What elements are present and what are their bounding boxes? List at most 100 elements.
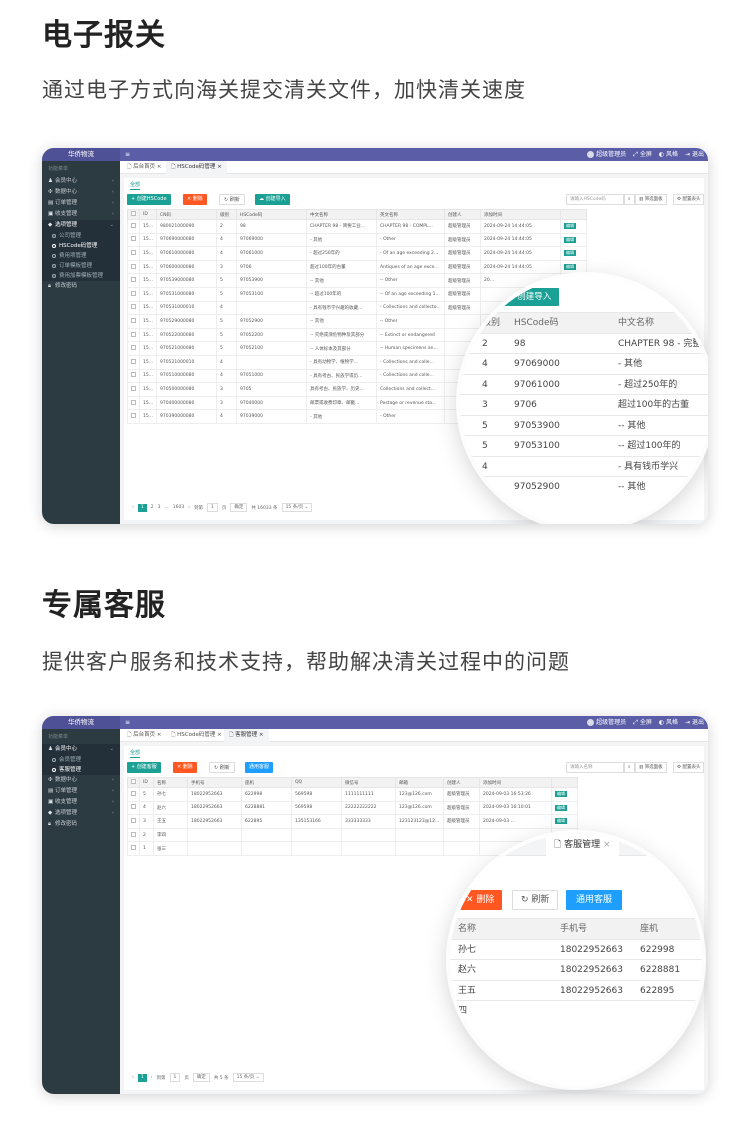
sidebar-item-options[interactable]: ◆ 选项管理 ⌄	[42, 220, 120, 231]
row-checkbox[interactable]	[127, 232, 140, 248]
edit-button[interactable]: 编辑	[564, 250, 577, 257]
row-checkbox[interactable]	[127, 368, 140, 384]
sidebar-item-member[interactable]: ♟ 会员中心 ‹	[42, 176, 120, 187]
column-header[interactable]: CN码	[156, 209, 218, 220]
sidebar-item-member[interactable]: ♟ 会员中心 ⌄	[42, 744, 120, 755]
menu-toggle-icon[interactable]: ≡	[125, 719, 130, 726]
style-button[interactable]: ◐ 风格	[659, 716, 678, 729]
page-link[interactable]: 2	[151, 505, 154, 510]
row-checkbox[interactable]	[127, 409, 140, 424]
page-current[interactable]: 1	[137, 503, 147, 512]
column-header[interactable]: 添加时间	[480, 209, 562, 220]
row-checkbox[interactable]	[127, 787, 140, 802]
column-header[interactable]: 级别	[216, 209, 238, 220]
table-row[interactable]: 15... 970539000080 5 97053900 -- 其他 -- Other 超…	[127, 273, 588, 288]
table-row[interactable]: 15... 970690000080 4 97069000- 其他 - Other 超级管…	[127, 232, 588, 248]
column-header[interactable]: 添加时间	[479, 777, 552, 788]
column-header[interactable]: 邮箱	[395, 777, 444, 788]
column-header[interactable]: 中文名称	[306, 209, 378, 220]
column-header[interactable]: HSCode码	[236, 209, 308, 220]
goto-input[interactable]: 1	[207, 503, 218, 512]
sidebar-item-finance[interactable]: ▣ 收支管理 ‹	[42, 209, 120, 220]
import-button[interactable]: ☁ 创建导入	[255, 194, 290, 205]
next-page-icon[interactable]: ›	[188, 505, 190, 510]
row-checkbox[interactable]	[127, 382, 140, 397]
prev-page-icon[interactable]: ‹	[132, 1075, 134, 1080]
common-service-button[interactable]: 通用客服	[245, 762, 274, 773]
subtab-all[interactable]: 全部	[130, 181, 141, 190]
column-header[interactable]	[551, 777, 578, 788]
tab-home[interactable]: 🗋︎ 后台首页 ×	[122, 729, 167, 742]
column-config-button[interactable]: ⚙ 配置表头	[673, 762, 705, 773]
select-all-checkbox[interactable]	[127, 777, 140, 788]
search-input[interactable]: 请输入名称	[566, 762, 624, 773]
filter-panel-button[interactable]: ▥ 筛选面板	[635, 762, 667, 773]
column-header[interactable]: 微信号	[341, 777, 396, 788]
column-header[interactable]: 创建人	[443, 777, 480, 788]
tab-hscode[interactable]: 🗋︎ HSCode码管理 ×	[166, 161, 227, 174]
row-checkbox[interactable]	[127, 219, 140, 234]
sidebar-item-password[interactable]: 🔒︎ 修改密码	[42, 281, 120, 292]
logout-button[interactable]: ⇥ 退出	[685, 148, 704, 161]
delete-button[interactable]: ✕ 删除	[173, 762, 197, 773]
refresh-button[interactable]: ↻ 刷新	[209, 762, 235, 773]
fullscreen-button[interactable]: ⤢ 全屏	[633, 716, 652, 729]
tab-service[interactable]: 🗋︎ 客服管理 ×	[224, 729, 269, 742]
sidebar-item-options[interactable]: ◆ 选项管理 ‹	[42, 808, 120, 819]
logout-button[interactable]: ⇥ 退出	[685, 716, 704, 729]
refresh-button[interactable]: ↻ 刷新	[219, 194, 245, 205]
import-button-zoomed[interactable]: ☁ 创建导入	[498, 288, 560, 306]
search-input[interactable]: 请输入HSCode码	[566, 194, 624, 205]
submenu-item-service-manage[interactable]: 客服管理	[42, 765, 120, 775]
row-checkbox[interactable]	[127, 246, 140, 261]
column-header[interactable]: 名称	[153, 777, 188, 788]
goto-confirm-button[interactable]: 确定	[230, 503, 248, 512]
column-header[interactable]: 座机	[241, 777, 292, 788]
row-checkbox[interactable]	[127, 259, 140, 275]
user-menu[interactable]: 超级管理员	[587, 148, 626, 161]
close-icon[interactable]: ×	[603, 840, 611, 850]
table-row[interactable]: 15... 970600000080 3 9706 超过100年的古董 Antiques …	[127, 259, 588, 275]
row-checkbox[interactable]	[127, 395, 140, 411]
row-checkbox[interactable]	[127, 273, 140, 288]
column-header[interactable]: ID	[138, 209, 158, 220]
submenu-item-fee-template[interactable]: 费用加票模板管理	[42, 271, 120, 281]
submenu-item-member-manage[interactable]: 会员管理	[42, 755, 120, 765]
row-checkbox[interactable]	[127, 800, 140, 816]
style-button[interactable]: ◐ 风格	[659, 148, 678, 161]
row-checkbox[interactable]	[127, 341, 140, 356]
column-config-button[interactable]: ⚙ 配置表头	[673, 194, 705, 205]
sidebar-item-data[interactable]: ✣ 数据中心 ‹	[42, 187, 120, 198]
row-checkbox[interactable]	[127, 841, 140, 856]
brand-logo[interactable]: 华侨物流	[42, 716, 120, 729]
filter-panel-button[interactable]: ▥ 筛选面板	[635, 194, 667, 205]
fullscreen-button[interactable]: ⤢ 全屏	[633, 148, 652, 161]
page-link[interactable]: 3	[158, 505, 161, 510]
table-row[interactable]: 15... 970610000080 4 97061000- 超过250年的 - Of …	[127, 246, 588, 261]
column-header[interactable]: 英文名称	[376, 209, 446, 220]
user-menu[interactable]: 超级管理员	[587, 716, 626, 729]
submenu-item-hscode[interactable]: HSCode码管理	[42, 241, 120, 251]
row-checkbox[interactable]	[127, 354, 140, 370]
submenu-item-fee[interactable]: 费用项管理	[42, 251, 120, 261]
delete-button[interactable]: ✕ 删除	[183, 194, 207, 205]
column-header[interactable]: 创建人	[444, 209, 482, 220]
edit-button[interactable]: 编辑	[564, 236, 577, 243]
sidebar-item-password[interactable]: 🔒︎ 修改密码	[42, 819, 120, 830]
column-header[interactable]	[560, 209, 588, 220]
sidebar-item-order[interactable]: ▤ 订单管理 ‹	[42, 198, 120, 209]
table-row[interactable]: 15... 980021000090 2 98 CHAPTER 98 - 简要工业...…	[127, 219, 588, 234]
select-all-checkbox[interactable]	[127, 209, 140, 220]
row-checkbox[interactable]	[127, 300, 140, 316]
tab-hscode[interactable]: 🗋︎ HSCode码管理 ×	[166, 729, 227, 742]
delete-button-zoomed[interactable]: ✕ 删除	[458, 890, 503, 910]
row-checkbox[interactable]	[127, 827, 140, 843]
edit-button[interactable]: 编辑	[555, 791, 567, 798]
per-page-select[interactable]: 15 条/页 ⌄	[232, 1073, 264, 1082]
edit-button[interactable]: 编辑	[564, 264, 577, 271]
goto-confirm-button[interactable]: 确定	[192, 1073, 210, 1082]
page-current[interactable]: 1	[137, 1073, 147, 1082]
row-checkbox[interactable]	[127, 286, 140, 302]
search-icon[interactable]: ⌕	[624, 762, 635, 773]
edit-button[interactable]: 编辑	[564, 223, 577, 230]
